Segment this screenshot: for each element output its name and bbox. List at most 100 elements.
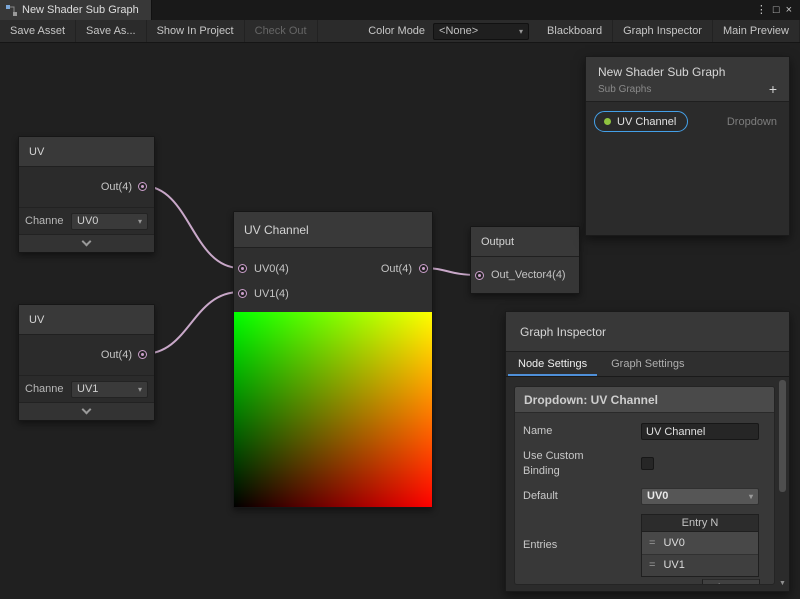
name-row: Name bbox=[523, 423, 766, 440]
uv1-collapse-button[interactable] bbox=[19, 234, 154, 252]
uv1-out-port-icon[interactable] bbox=[138, 182, 147, 191]
save-as-button[interactable]: Save As... bbox=[76, 20, 147, 42]
edge-uv2-to-uvchannel[interactable] bbox=[143, 292, 240, 354]
blackboard-item-uv-channel[interactable]: UV Channel bbox=[594, 111, 688, 132]
entries-table: Entry N = UV0 = UV1 bbox=[641, 514, 759, 577]
uvchannel-input1-label: UV1(4) bbox=[254, 288, 289, 300]
uv-node-1[interactable]: UV Out(4) Channe UV0 ▾ bbox=[18, 136, 155, 253]
uvchannel-out-port-icon[interactable] bbox=[419, 264, 428, 273]
uvchannel-output-label: Out(4) bbox=[381, 263, 412, 275]
uv-channel-input-row: UV1(4) bbox=[234, 281, 432, 306]
custom-binding-label: Use Custom Binding bbox=[523, 449, 641, 479]
drag-handle-icon[interactable]: = bbox=[649, 537, 655, 549]
output-input-label: Out_Vector4(4) bbox=[491, 269, 566, 281]
toolbar: Save Asset Save As... Show In Project Ch… bbox=[0, 20, 800, 43]
uv-channel-io: UV0(4) UV1(4) Out(4) bbox=[234, 248, 432, 312]
maximize-icon[interactable]: □ bbox=[773, 0, 780, 20]
graph-inspector-title[interactable]: Graph Inspector bbox=[506, 312, 789, 352]
edge-uv1-to-uvchannel[interactable] bbox=[143, 186, 240, 268]
uv-channel-output-row: Out(4) bbox=[381, 256, 428, 281]
default-value: UV0 bbox=[647, 490, 668, 502]
default-row: Default UV0 ▾ bbox=[523, 488, 766, 505]
uv2-channel-dropdown[interactable]: UV1 ▾ bbox=[71, 381, 148, 398]
collapse-chevron-icon bbox=[82, 405, 92, 415]
output-node[interactable]: Output Out_Vector4(4) bbox=[470, 226, 580, 294]
entry-value: UV0 bbox=[663, 537, 684, 549]
uv-channel-node[interactable]: UV Channel UV0(4) UV1(4) Out(4) bbox=[233, 211, 433, 508]
entry-row-uv1[interactable]: = UV1 bbox=[642, 554, 758, 576]
chevron-down-icon: ▾ bbox=[138, 385, 142, 394]
entry-row-uv0[interactable]: = UV0 bbox=[642, 532, 758, 554]
default-dropdown[interactable]: UV0 ▾ bbox=[641, 488, 759, 505]
color-mode-label: Color Mode bbox=[358, 20, 433, 42]
blackboard-subtitle: Sub Graphs bbox=[598, 84, 651, 95]
blackboard-item-type: Dropdown bbox=[727, 116, 781, 128]
add-property-button[interactable]: + bbox=[769, 83, 777, 95]
blackboard-title: New Shader Sub Graph bbox=[598, 65, 777, 79]
close-icon[interactable]: × bbox=[786, 0, 792, 20]
uv1-output-label: Out(4) bbox=[101, 181, 132, 193]
uv2-output-label: Out(4) bbox=[101, 349, 132, 361]
name-field[interactable] bbox=[641, 423, 759, 440]
uvchannel-input0-label: UV0(4) bbox=[254, 263, 289, 275]
inspector-scrollbar[interactable]: ▼ bbox=[778, 380, 787, 587]
graph-canvas[interactable]: UV Out(4) Channe UV0 ▾ UV Out(4) C bbox=[0, 44, 800, 599]
uvchannel-uv1-port-icon[interactable] bbox=[238, 289, 247, 298]
uv1-output-row: Out(4) bbox=[19, 167, 154, 207]
chevron-down-icon: ▾ bbox=[749, 492, 753, 501]
output-input-row: Out_Vector4(4) bbox=[471, 257, 579, 293]
blackboard-panel[interactable]: New Shader Sub Graph Sub Graphs + UV Cha… bbox=[585, 56, 790, 236]
drag-handle-icon[interactable]: = bbox=[649, 559, 655, 571]
exposed-dot-icon bbox=[604, 118, 611, 125]
node-title[interactable]: UV Channel bbox=[234, 212, 432, 248]
save-asset-button[interactable]: Save Asset bbox=[0, 20, 76, 42]
chevron-down-icon: ▾ bbox=[519, 27, 523, 36]
inspector-tabs: Node Settings Graph Settings bbox=[506, 352, 789, 377]
dropdown-settings-box: Dropdown: UV Channel Name Use Custom Bin… bbox=[514, 386, 775, 585]
uvchannel-uv0-port-icon[interactable] bbox=[238, 264, 247, 273]
kebab-menu-icon[interactable]: ⋮ bbox=[756, 0, 767, 20]
tab-graph-settings[interactable]: Graph Settings bbox=[599, 352, 696, 376]
node-title[interactable]: Output bbox=[471, 227, 579, 257]
graph-inspector-toggle-button[interactable]: Graph Inspector bbox=[613, 20, 713, 42]
chevron-down-icon: ▾ bbox=[138, 217, 142, 226]
tab-new-shader-sub-graph[interactable]: New Shader Sub Graph bbox=[0, 0, 152, 20]
custom-binding-row: Use Custom Binding bbox=[523, 449, 766, 479]
dropdown-section-title: Dropdown: UV Channel bbox=[515, 387, 774, 413]
node-title[interactable]: UV bbox=[19, 305, 154, 335]
tab-node-settings[interactable]: Node Settings bbox=[506, 352, 599, 376]
add-entry-button[interactable]: + bbox=[715, 580, 723, 585]
uv2-output-row: Out(4) bbox=[19, 335, 154, 375]
entries-header: Entry N bbox=[642, 515, 758, 532]
output-in-port-icon[interactable] bbox=[475, 271, 484, 280]
titlebar: New Shader Sub Graph ⋮ □ × bbox=[0, 0, 800, 20]
uv2-out-port-icon[interactable] bbox=[138, 350, 147, 359]
graph-inspector-panel[interactable]: Graph Inspector Node Settings Graph Sett… bbox=[505, 311, 790, 592]
entry-value: UV1 bbox=[663, 559, 684, 571]
uv1-channel-value: UV0 bbox=[77, 215, 98, 227]
uv2-collapse-button[interactable] bbox=[19, 402, 154, 420]
check-out-button: Check Out bbox=[245, 20, 318, 42]
color-mode-dropdown[interactable]: <None> ▾ bbox=[433, 23, 529, 40]
channel-label: Channe bbox=[25, 215, 67, 227]
blackboard-toggle-button[interactable]: Blackboard bbox=[537, 20, 613, 42]
node-title[interactable]: UV bbox=[19, 137, 154, 167]
blackboard-body: UV Channel Dropdown bbox=[586, 102, 789, 141]
inspector-content: Dropdown: UV Channel Name Use Custom Bin… bbox=[506, 378, 789, 591]
remove-entry-button[interactable]: − bbox=[739, 580, 747, 585]
uv1-channel-dropdown[interactable]: UV0 ▾ bbox=[71, 213, 148, 230]
list-footer-row: + − bbox=[523, 579, 766, 585]
shader-graph-window: New Shader Sub Graph ⋮ □ × Save Asset Sa… bbox=[0, 0, 800, 599]
collapse-chevron-icon bbox=[82, 237, 92, 247]
shader-graph-icon bbox=[6, 5, 17, 16]
main-preview-toggle-button[interactable]: Main Preview bbox=[713, 20, 800, 42]
scroll-down-icon[interactable]: ▼ bbox=[778, 580, 787, 587]
uv2-channel-value: UV1 bbox=[77, 383, 98, 395]
custom-binding-checkbox[interactable] bbox=[641, 457, 654, 470]
entries-row: Entries Entry N = UV0 = UV1 bbox=[523, 514, 766, 577]
show-in-project-button[interactable]: Show In Project bbox=[147, 20, 245, 42]
blackboard-header[interactable]: New Shader Sub Graph Sub Graphs + bbox=[586, 57, 789, 102]
scrollbar-thumb[interactable] bbox=[779, 380, 786, 492]
entries-list-footer: + − bbox=[702, 579, 760, 585]
uv-node-2[interactable]: UV Out(4) Channe UV1 ▾ bbox=[18, 304, 155, 421]
